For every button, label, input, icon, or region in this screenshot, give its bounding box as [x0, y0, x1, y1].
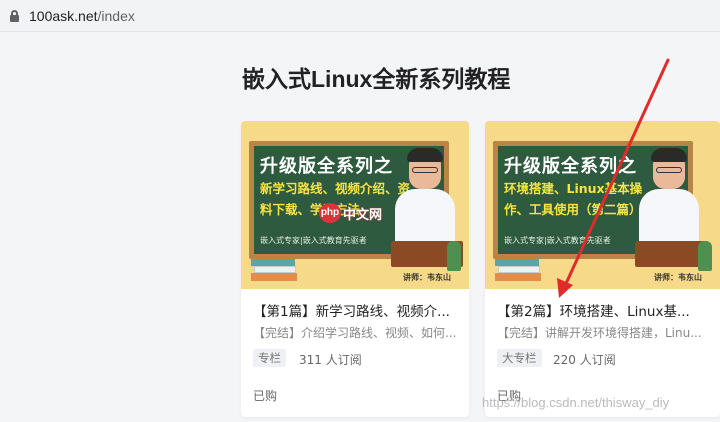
course-card-1[interactable]: 升级版全系列之 新学习路线、视频介绍、资料下载、学习方法 嵌入式专家|嵌入式教育… — [241, 121, 469, 417]
thumb-subtitle: 环境搭建、Linux基本操作、工具使用（第二篇） — [504, 181, 643, 217]
course-card-2[interactable]: 升级版全系列之 环境搭建、Linux基本操作、工具使用（第二篇） 嵌入式专家|嵌… — [485, 121, 720, 417]
card-tag: 专栏 — [253, 349, 286, 367]
card-tag: 大专栏 — [497, 349, 542, 367]
page-content: 嵌入式Linux全新系列教程 升级版全系列之 新学习路线、视频介绍、资料下载、学… — [0, 32, 720, 422]
watermark-text: 中文网 — [343, 207, 383, 223]
lock-icon — [10, 9, 19, 22]
lecturer-label: 讲师：韦东山 — [403, 273, 451, 282]
course-thumbnail[interactable]: 升级版全系列之 新学习路线、视频介绍、资料下载、学习方法 嵌入式专家|嵌入式教育… — [241, 121, 469, 289]
thumb-title: 升级版全系列之 — [260, 156, 393, 177]
lecturer-photo — [395, 148, 455, 253]
lecturer-photo — [639, 148, 699, 253]
url-text[interactable]: 100ask.net/index — [29, 8, 135, 24]
card-description: 【完结】讲解开发环境得搭建，Linu... — [497, 326, 702, 340]
card-title[interactable]: 【第1篇】新学习路线、视频介... — [253, 300, 459, 320]
plant-illustration — [447, 241, 461, 271]
thumb-title: 升级版全系列之 — [504, 156, 637, 177]
card-title[interactable]: 【第2篇】环境搭建、Linux基... — [497, 300, 703, 320]
section-title: 嵌入式Linux全新系列教程 — [242, 66, 511, 92]
url-domain: 100ask.net — [29, 7, 98, 24]
card-description: 【完结】介绍学习路线、视频、如何... — [253, 326, 457, 340]
thumb-footer: 嵌入式专家|嵌入式教育先驱者 — [260, 236, 367, 245]
left-blank-area — [0, 32, 230, 422]
subscriber-count: 220 人订阅 — [553, 353, 616, 367]
php-cn-watermark: php 中文网 — [319, 203, 382, 223]
browser-address-bar[interactable]: 100ask.net/index — [0, 0, 720, 32]
php-logo-icon: php — [319, 203, 341, 223]
desk-illustration — [635, 241, 707, 267]
purchase-status: 已购 — [253, 389, 278, 403]
books-illustration — [251, 259, 297, 281]
lecturer-label: 讲师：韦东山 — [654, 273, 702, 282]
thumb-footer: 嵌入式专家|嵌入式教育先驱者 — [504, 236, 611, 245]
books-illustration — [495, 259, 541, 281]
csdn-watermark: https://blog.csdn.net/thisway_diy — [482, 395, 670, 410]
plant-illustration — [698, 241, 712, 271]
url-path: /index — [97, 7, 135, 24]
course-thumbnail[interactable]: 升级版全系列之 环境搭建、Linux基本操作、工具使用（第二篇） 嵌入式专家|嵌… — [485, 121, 720, 289]
subscriber-count: 311 人订阅 — [299, 353, 362, 367]
